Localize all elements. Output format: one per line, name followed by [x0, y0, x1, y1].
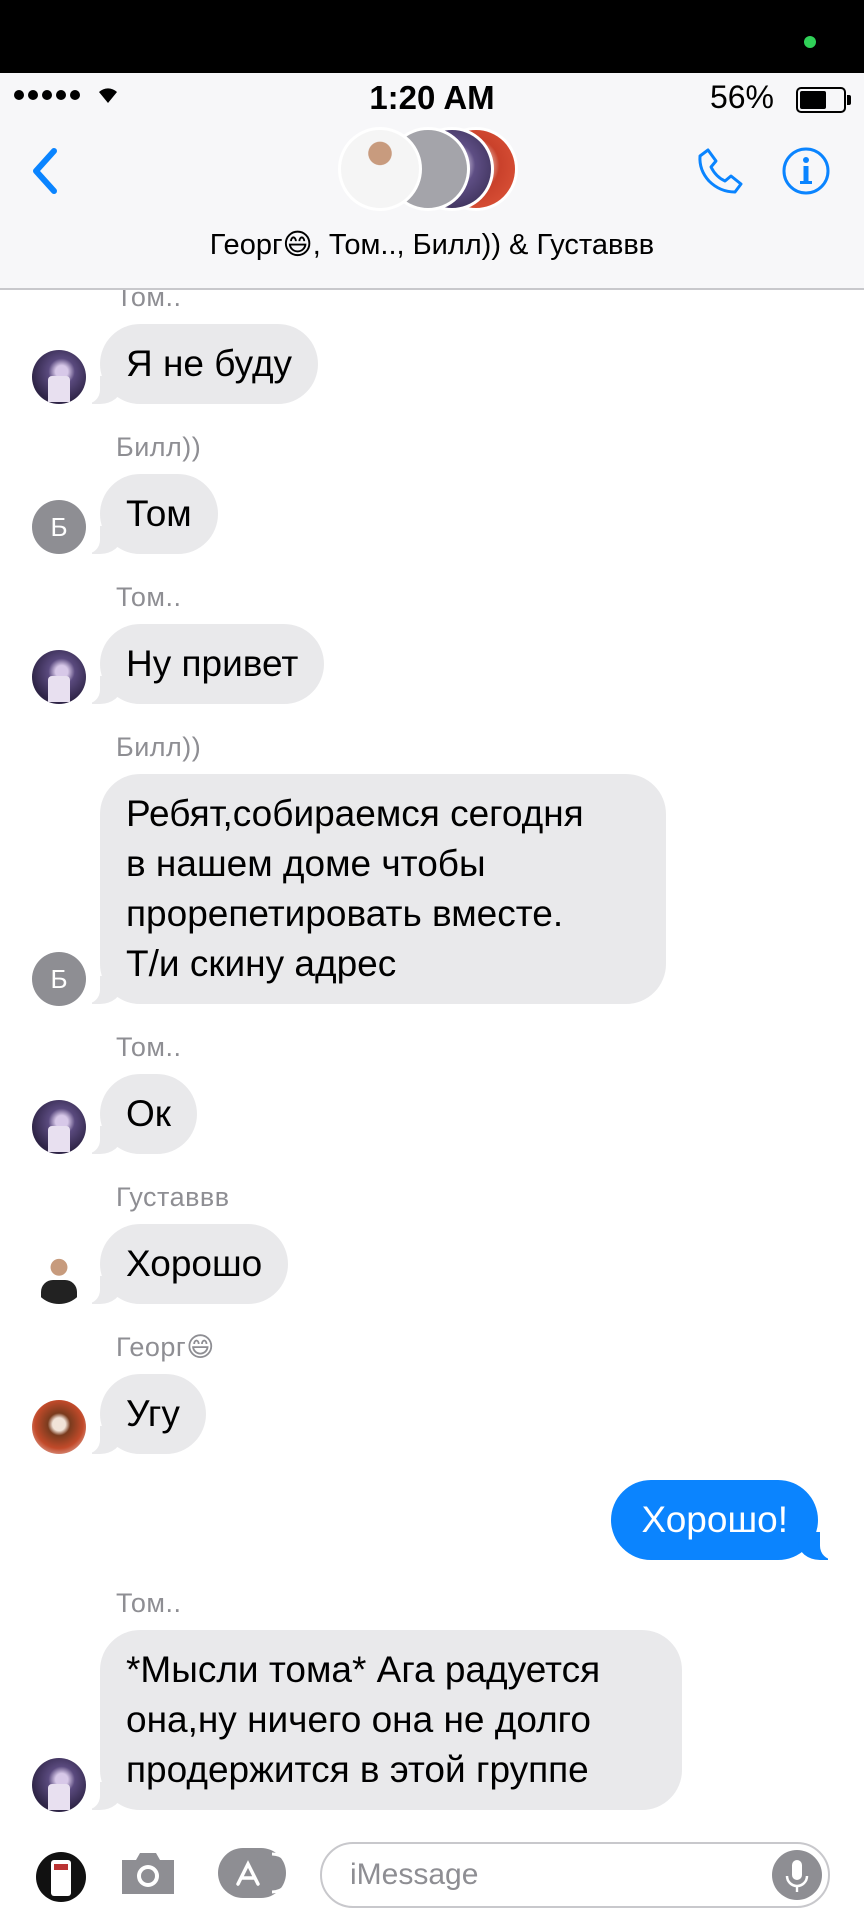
top-black-bar: [0, 0, 864, 73]
message-sender: Том..: [116, 290, 182, 312]
avatar[interactable]: [32, 1100, 86, 1154]
battery-percentage: 56%: [709, 79, 774, 115]
message-text: Ну привет: [126, 643, 299, 684]
incoming-message-bubble[interactable]: *Мысли тома* Ага радуется она,ну ничего …: [82, 1630, 682, 1810]
chevron-left-icon[interactable]: [26, 145, 66, 197]
message-sender: Том..: [116, 582, 182, 612]
message-sender: Том..: [116, 1032, 182, 1062]
message-thread[interactable]: Том.. Я не буду Билл)) Том Б Том.. Ну пр…: [0, 290, 864, 1832]
incoming-message-bubble[interactable]: Угу: [82, 1374, 206, 1454]
avatar: [338, 127, 422, 211]
memoji-sticker-icon[interactable]: [34, 1850, 88, 1904]
status-bar: 1:20 AM 56%: [0, 73, 864, 123]
camera-indicator-dot: [804, 36, 816, 48]
info-icon[interactable]: [780, 145, 832, 197]
app-store-icon[interactable]: [216, 1846, 288, 1900]
incoming-message-bubble[interactable]: Ну привет: [81, 624, 325, 704]
message-text: *Мысли тома* Ага радуется она,ну ничего …: [126, 1649, 601, 1790]
incoming-message-bubble[interactable]: Том: [82, 474, 218, 554]
battery-icon: [796, 87, 851, 113]
message-sender: Георг😄: [116, 1332, 215, 1362]
avatar[interactable]: [32, 650, 86, 704]
camera-icon[interactable]: [118, 1846, 178, 1898]
avatar[interactable]: [32, 1758, 86, 1812]
incoming-message-bubble[interactable]: Хорошо: [81, 1224, 289, 1304]
avatar[interactable]: Б: [32, 500, 86, 554]
message-sender: Билл)): [116, 432, 202, 462]
outgoing-message-bubble[interactable]: Хорошо!: [611, 1480, 838, 1560]
message-input[interactable]: iMessage: [320, 1842, 830, 1908]
microphone-icon[interactable]: [772, 1850, 822, 1900]
conversation-title[interactable]: Георг😄, Том.., Билл)) & Густаввв: [0, 227, 864, 262]
message-text: Том: [126, 493, 192, 534]
message-sender: Густаввв: [116, 1182, 230, 1212]
message-text: Хорошо: [126, 1243, 263, 1284]
avatar[interactable]: [32, 350, 86, 404]
message-input-placeholder: iMessage: [350, 1858, 479, 1891]
phone-icon[interactable]: [694, 145, 746, 197]
avatar[interactable]: [32, 1400, 86, 1454]
incoming-message-bubble[interactable]: Ок: [82, 1074, 197, 1154]
message-text: Хорошо!: [641, 1499, 788, 1540]
incoming-message-bubble[interactable]: Ребят,собираемся сегодня в нашем доме чт…: [82, 774, 666, 1004]
message-sender: Том..: [116, 1588, 182, 1618]
group-avatars[interactable]: [338, 125, 528, 217]
conversation-header: Георг😄, Том.., Билл)) & Густаввв: [0, 123, 864, 290]
avatar[interactable]: [32, 1250, 86, 1304]
avatar[interactable]: Б: [32, 952, 86, 1006]
message-text: Угу: [126, 1393, 180, 1434]
message-sender: Билл)): [116, 732, 202, 762]
message-text: Я не буду: [126, 343, 293, 384]
message-input-bar: iMessage: [0, 1832, 864, 1920]
message-text: Ребят,собираемся сегодня в нашем доме чт…: [126, 793, 584, 984]
incoming-message-bubble[interactable]: Я не буду: [81, 324, 319, 404]
message-text: Ок: [126, 1093, 171, 1134]
